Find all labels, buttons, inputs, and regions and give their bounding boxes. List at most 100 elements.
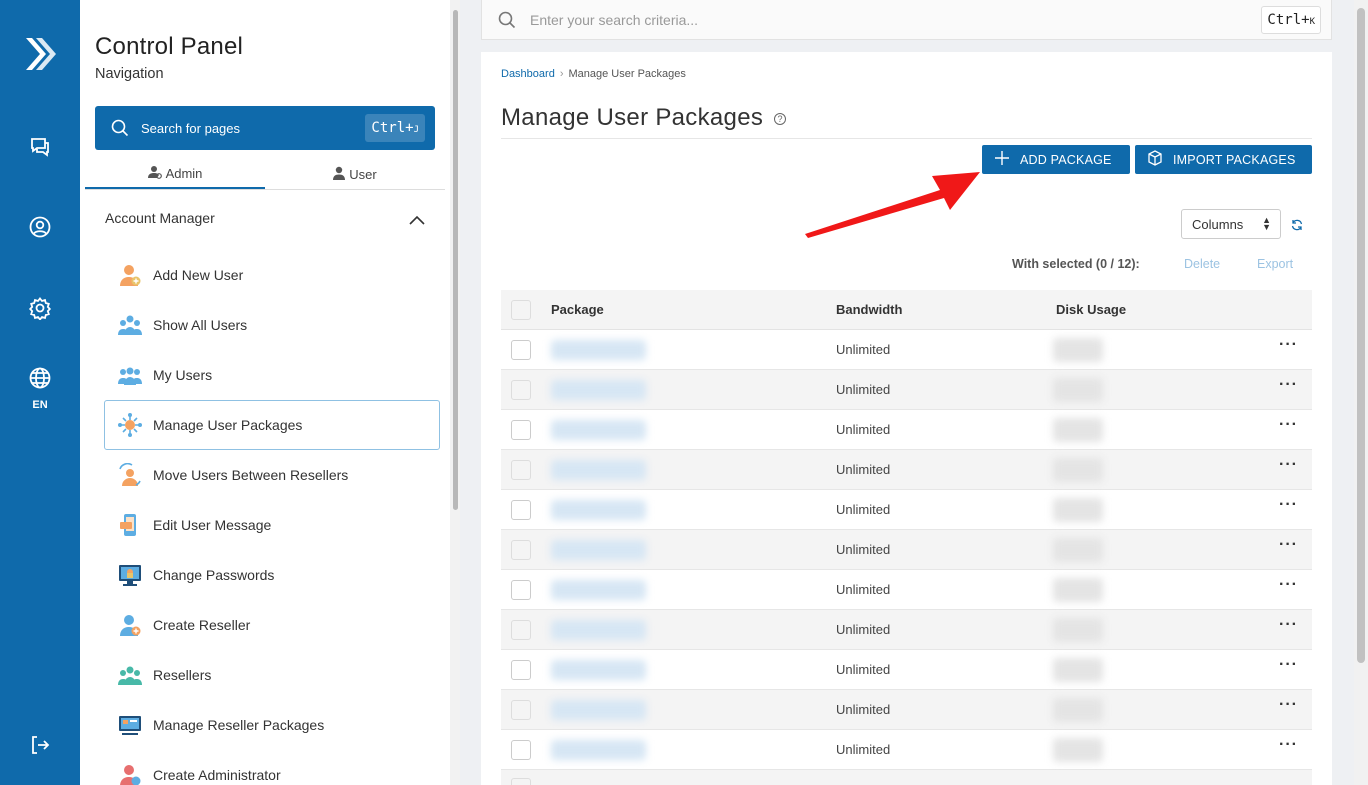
sidebar-item-label: Create Administrator [153,767,281,783]
delete-action[interactable]: Delete [1184,257,1220,271]
package-name-redacted[interactable] [551,580,646,600]
row-menu-icon[interactable]: ··· [1279,417,1298,433]
page-search-button[interactable]: Search for pages Ctrl+J [95,106,435,150]
sidebar-item-manage-reseller-packages[interactable]: Manage Reseller Packages [104,700,440,750]
sidebar-subtitle: Navigation [95,66,164,82]
column-header-disk-usage[interactable]: Disk Usage [1056,302,1126,317]
global-search-bar[interactable]: Enter your search criteria... Ctrl+K [481,0,1332,40]
row-menu-icon[interactable]: ··· [1279,617,1298,633]
column-header-package[interactable]: Package [551,302,604,317]
row-menu-icon[interactable]: ··· [1279,377,1298,393]
row-checkbox[interactable] [511,777,531,785]
package-name-redacted[interactable] [551,460,646,480]
sidebar-item-edit-user-message[interactable]: Edit User Message [104,500,440,550]
row-menu-icon[interactable]: ··· [1279,497,1298,513]
sidebar-item-label: Resellers [153,667,212,683]
add-user-icon [118,263,142,287]
row-checkbox[interactable] [511,539,531,560]
bandwidth-cell: Unlimited [836,382,891,397]
refresh-icon[interactable] [1291,218,1303,236]
row-checkbox[interactable] [511,739,531,760]
move-users-icon [118,462,142,487]
my-users-icon [118,363,142,387]
row-menu-icon[interactable]: ··· [1279,697,1298,713]
sidebar-item-add-new-user[interactable]: Add New User [104,250,440,300]
package-name-redacted[interactable] [551,420,646,440]
settings-icon[interactable] [0,296,80,320]
table-row: Unlimited ··· [501,530,1312,570]
package-name-redacted[interactable] [551,660,646,680]
sidebar-item-show-all-users[interactable]: Show All Users [104,300,440,350]
global-search-input[interactable]: Enter your search criteria... [530,12,698,28]
sidebar-item-create-reseller[interactable]: Create Reseller [104,600,440,650]
user-icon [333,166,346,183]
sidebar-item-resellers[interactable]: Resellers [104,650,440,700]
logout-icon[interactable] [0,733,80,757]
row-checkbox[interactable] [511,579,531,600]
sidebar-item-label: Create Reseller [153,617,251,633]
table-header: Package Bandwidth Disk Usage [501,290,1312,330]
row-menu-icon[interactable]: ··· [1279,337,1298,353]
disk-usage-redacted [1053,618,1103,642]
select-all-checkbox[interactable] [511,299,531,320]
logo-icon[interactable] [0,34,80,74]
add-package-button[interactable]: ADD PACKAGE [982,145,1130,174]
row-menu-icon[interactable]: ··· [1279,457,1298,473]
annotation-arrow-icon [805,172,980,238]
with-selected-label: With selected (0 / 12): [1012,257,1140,271]
account-manager-section-toggle[interactable]: Account Manager [105,210,425,226]
sidebar-item-label: Move Users Between Resellers [153,467,349,483]
language-label: EN [32,399,48,411]
breadcrumb-dashboard-link[interactable]: Dashboard [501,68,555,80]
help-icon[interactable]: ? [774,112,787,125]
row-checkbox[interactable] [511,339,531,360]
package-name-redacted[interactable] [551,620,646,640]
sidebar-item-my-users[interactable]: My Users [104,350,440,400]
import-packages-button[interactable]: IMPORT PACKAGES [1135,145,1312,174]
disk-usage-redacted [1053,578,1103,602]
package-name-redacted[interactable] [551,700,646,720]
row-menu-icon[interactable]: ··· [1279,737,1298,753]
sidebar-item-change-passwords[interactable]: Change Passwords [104,550,440,600]
column-header-bandwidth[interactable]: Bandwidth [836,302,902,317]
package-name-redacted[interactable] [551,380,646,400]
row-checkbox[interactable] [511,419,531,440]
reseller-packages-icon [118,713,142,737]
columns-select[interactable]: Columns ▲ ▼ [1181,209,1281,239]
table-row: Unlimited ··· [501,410,1312,450]
main-scrollbar[interactable] [1354,0,1368,785]
page-title-row: Manage User Packages ? [501,104,787,132]
tab-admin[interactable]: Admin [85,160,265,189]
row-checkbox[interactable] [511,619,531,640]
row-checkbox[interactable] [511,699,531,720]
table-row: Unlimited ··· [501,650,1312,690]
sidebar-item-create-administrator[interactable]: Create Administrator [104,750,440,785]
package-name-redacted[interactable] [551,740,646,760]
box-icon [1147,150,1163,169]
user-circle-icon[interactable] [0,215,80,239]
row-menu-icon[interactable]: ··· [1279,537,1298,553]
row-menu-icon[interactable]: ··· [1279,657,1298,673]
sidebar-item-move-users-between-resellers[interactable]: Move Users Between Resellers [104,450,440,500]
sidebar-item-label: Change Passwords [153,567,275,583]
package-name-redacted[interactable] [551,340,646,360]
section-title: Account Manager [105,210,215,226]
row-checkbox[interactable] [511,459,531,480]
icon-rail: EN [0,0,80,785]
export-action[interactable]: Export [1257,257,1293,271]
table-row: Unlimited ··· [501,450,1312,490]
packages-icon [118,413,142,437]
package-name-redacted[interactable] [551,540,646,560]
disk-usage-redacted [1053,698,1103,722]
row-checkbox[interactable] [511,379,531,400]
sidebar-scrollbar[interactable] [450,0,460,785]
language-selector[interactable]: EN [0,366,80,411]
sidebar-item-manage-user-packages[interactable]: Manage User Packages [104,400,440,450]
row-checkbox[interactable] [511,499,531,520]
row-menu-icon[interactable]: ··· [1279,577,1298,593]
global-search-shortcut: Ctrl+K [1261,6,1321,34]
tab-user[interactable]: User [265,160,445,189]
chat-icon[interactable] [0,134,80,158]
package-name-redacted[interactable] [551,500,646,520]
row-checkbox[interactable] [511,659,531,680]
